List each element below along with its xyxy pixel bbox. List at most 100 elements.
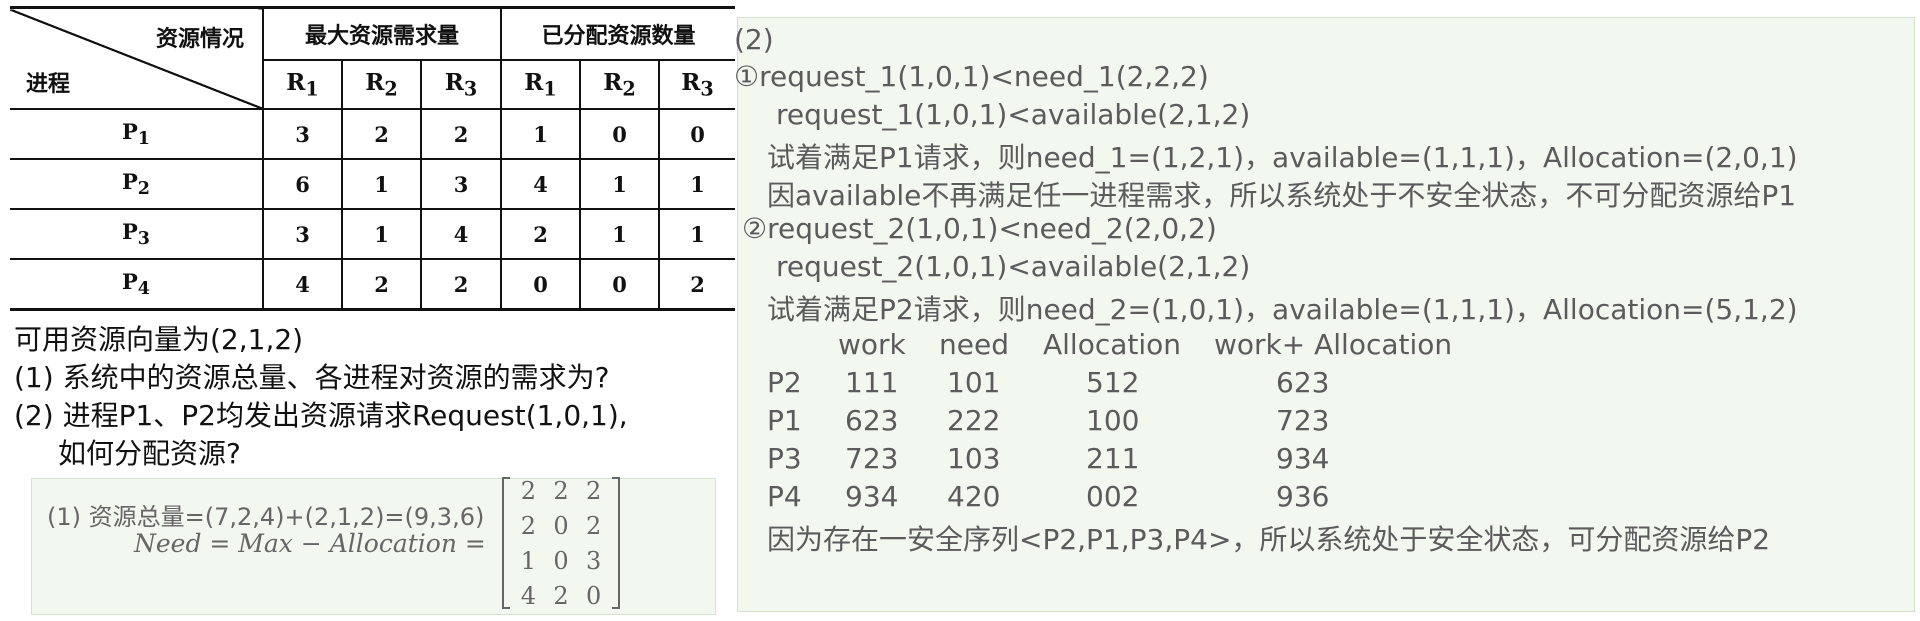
safety-row-sum: 934 [1276,442,1330,475]
alloc-r2-header: R2 [579,59,661,110]
question-2-continuation: 如何分配资源? [58,437,241,470]
safety-row-allocation: 211 [1086,442,1140,475]
safety-row-work: 111 [845,366,899,399]
process-cell: P4 [10,258,264,311]
max-r3-header: R3 [419,59,503,110]
table-cell: 2 [419,108,503,160]
table-cell: 1 [341,208,422,260]
process-cell: P1 [10,108,264,160]
case-1-need-check: ①request_1(1,0,1)<need_1(2,2,2) [734,60,1209,93]
table-corner-header: 资源情况 进程 [10,6,264,110]
table-cell: 3 [262,208,343,260]
table-row: P2 6 1 3 4 1 1 [10,158,736,210]
table-cell: 2 [341,258,422,311]
table-cell: 1 [500,108,582,160]
safety-row-work: 623 [845,404,899,437]
case-2-need-check: ②request_2(1,0,1)<need_2(2,0,2) [742,212,1217,245]
safety-row-process: P4 [767,480,802,513]
answer-2-heading: (2) [734,23,774,56]
process-cell: P3 [10,208,264,260]
need-matrix: 2 2 2 2 0 2 1 0 3 4 2 0 [502,473,620,613]
case-2-trial-allocation: 试着满足P2请求，则need_2=(1,0,1)，available=(1,1,… [767,293,1798,326]
safety-row-need: 420 [947,480,1001,513]
case-2-available-check: request_2(1,0,1)<available(2,1,2) [776,250,1251,283]
table-cell: 0 [579,108,661,160]
table-cell: 1 [658,208,736,260]
process-cell: P2 [10,158,264,210]
alloc-r3-header: R3 [658,59,736,110]
matrix-cell: 1 [520,546,536,575]
alloc-r1-header: R1 [500,59,582,110]
table-cell: 3 [262,108,343,160]
safety-header-work: work [838,328,906,361]
max-r2-header: R2 [341,59,422,110]
matrix-cell: 2 [553,476,569,505]
table-row: P1 3 2 2 1 0 0 [10,108,736,160]
corner-label-process: 进程 [26,72,71,97]
table-cell: 1 [579,158,661,210]
matrix-cell: 2 [586,476,602,505]
table-cell: 1 [341,158,422,210]
safety-row-process: P1 [767,404,802,437]
question-2-text: (2) 进程P1、P2均发出资源请求Request(1,0,1), [14,399,628,432]
table-cell: 2 [419,258,503,311]
answer-2-panel: (2) ①request_1(1,0,1)<need_1(2,2,2) requ… [734,17,1915,612]
total-resources-text: (1) 资源总量=(7,2,4)+(2,1,2)=(9,3,6) [47,503,485,531]
table-cell: 2 [341,108,422,160]
safety-row-process: P2 [767,366,802,399]
safety-row-sum: 936 [1276,480,1330,513]
max-demand-header: 最大资源需求量 [261,6,503,61]
safety-row-allocation: 512 [1086,366,1140,399]
matrix-cell: 2 [586,511,602,540]
table-row: P3 3 1 4 2 1 1 [10,208,736,260]
table-cell: 0 [579,258,661,311]
case-1-conclusion: 因available不再满足任一进程需求，所以系统处于不安全状态，不可分配资源给… [767,179,1797,212]
table-cell: 1 [658,158,736,210]
matrix-cell: 4 [520,581,536,610]
safety-header-allocation: Allocation [1043,328,1182,361]
table-row: P4 4 2 2 0 0 2 [10,258,736,311]
safety-row-work: 934 [845,480,899,513]
safety-header-work-plus-allocation: work+ Allocation [1214,328,1453,361]
matrix-cell: 2 [520,476,536,505]
safety-row-need: 222 [947,404,1001,437]
table-cell: 1 [579,208,661,260]
table-cell: 0 [500,258,582,311]
matrix-cell: 3 [586,546,602,575]
safe-sequence-conclusion: 因为存在一安全序列<P2,P1,P3,P4>，所以系统处于安全状态，可分配资源给… [767,523,1771,556]
matrix-cell: 0 [586,581,602,610]
matrix-cell: 0 [553,546,569,575]
question-1-text: (1) 系统中的资源总量、各进程对资源的需求为? [14,361,610,394]
safety-row-allocation: 100 [1086,404,1140,437]
table-cell: 2 [500,208,582,260]
safety-row-process: P3 [767,442,802,475]
resource-table: 资源情况 进程 最大资源需求量 已分配资源数量 R1 R2 R3 R1 R2 R… [10,6,736,311]
safety-row-sum: 623 [1276,366,1330,399]
matrix-cell: 0 [553,511,569,540]
allocated-header: 已分配资源数量 [500,6,736,61]
max-r1-header: R1 [262,59,343,110]
answer-1-box: (1) 资源总量=(7,2,4)+(2,1,2)=(9,3,6) Need = … [31,477,716,615]
safety-row-sum: 723 [1276,404,1330,437]
need-formula-text: Need = Max − Allocation = [134,529,486,558]
table-cell: 0 [658,108,736,160]
case-1-trial-allocation: 试着满足P1请求，则need_1=(1,2,1)，available=(1,1,… [767,141,1798,174]
table-cell: 6 [262,158,343,210]
matrix-left-bracket [502,477,510,609]
safety-row-work: 723 [845,442,899,475]
safety-row-allocation: 002 [1086,480,1140,513]
safety-row-need: 101 [947,366,1001,399]
corner-label-resources: 资源情况 [155,27,244,52]
case-1-available-check: request_1(1,0,1)<available(2,1,2) [776,98,1251,131]
table-cell: 4 [500,158,582,210]
table-cell: 4 [419,208,503,260]
table-cell: 2 [658,258,736,311]
matrix-cell: 2 [520,511,536,540]
safety-header-need: need [939,328,1009,361]
available-vector-text: 可用资源向量为(2,1,2) [14,323,304,356]
safety-row-need: 103 [947,442,1001,475]
table-cell: 3 [419,158,503,210]
matrix-cell: 2 [553,581,569,610]
matrix-right-bracket [612,477,620,609]
table-cell: 4 [262,258,343,311]
